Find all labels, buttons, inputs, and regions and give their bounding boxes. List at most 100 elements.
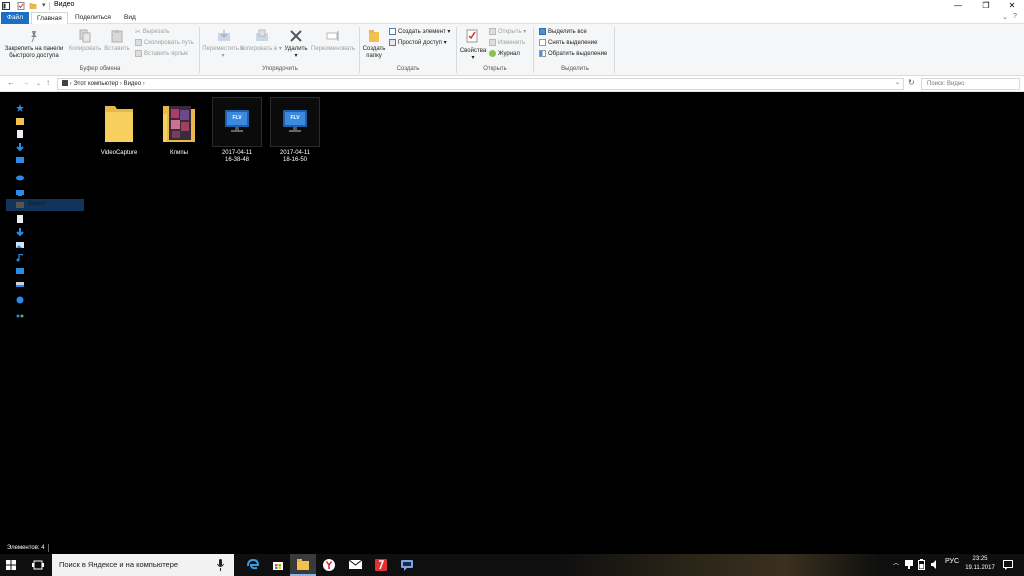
up-arrow-icon[interactable]: ↑ [46,78,50,87]
new-item-icon [389,28,396,35]
homegroup-icon[interactable] [16,312,24,320]
status-divider [48,544,49,552]
onedrive-icon[interactable] [16,173,24,181]
volume-icon[interactable] [931,560,939,569]
input-language[interactable]: РУС [945,558,959,565]
pictures-icon[interactable] [16,241,24,249]
breadcrumb-videos[interactable]: Видео [124,81,142,87]
tab-file[interactable]: Файл [1,12,29,24]
folder-item[interactable]: VideoCapture [93,98,145,160]
invert-selection-button[interactable]: Обратить выделение [539,50,607,59]
taskbar-mail[interactable] [342,554,368,576]
help-icon[interactable]: ? [1013,13,1017,20]
copy-icon [79,29,91,43]
history-button[interactable]: Журнал [489,50,520,59]
taskbar-app[interactable] [394,554,420,576]
forward-arrow-icon[interactable]: → [22,78,30,87]
rename-button[interactable]: Переименовать [306,46,360,53]
downloads-icon[interactable] [16,228,24,236]
qat-dropdown-icon[interactable]: ▾ [42,1,46,9]
move-to-button[interactable]: Переместить в ▾ [202,46,244,60]
address-field[interactable]: › Этот компьютер › Видео › [57,78,904,90]
taskbar-edge[interactable] [240,554,266,576]
paste-shortcut-button[interactable]: Вставить ярлык [135,50,188,59]
properties-icon [466,29,478,43]
document-icon[interactable] [16,130,24,138]
local-disk-icon[interactable] [16,280,24,288]
file-name-date: 2017-04-11 [221,150,253,156]
video-file-item[interactable]: FLV 2017-04-11 16-38-48 [211,98,263,168]
tab-share[interactable]: Поделиться [70,12,116,24]
ribbon-collapse-icon[interactable]: ⌄ [1002,13,1008,21]
video-file-item[interactable]: FLV 2017-04-11 18-16-50 [269,98,321,168]
nav-item-videos-selected[interactable]: Видео [6,199,84,211]
select-all-button[interactable]: Выделить все [539,28,587,37]
desktop-icon[interactable] [16,267,24,275]
taskbar-file-explorer[interactable] [290,554,316,576]
show-hidden-icons-icon[interactable]: ︿ [893,558,899,567]
history-label: Журнал [498,51,520,58]
new-item-button[interactable]: Создать элемент ▾ [389,28,450,37]
refresh-icon[interactable]: ↻ [908,78,915,87]
desktop-icon[interactable] [16,156,24,164]
folder-icon[interactable] [16,117,24,125]
close-button[interactable]: ✕ [998,0,1024,12]
action-center-icon[interactable] [1003,560,1013,570]
invert-selection-label: Обратить выделение [548,51,608,58]
window-title: Видео [54,1,75,8]
folder-item[interactable]: Клипы [153,98,205,160]
search-input[interactable]: Поиск: Видео [921,78,1020,90]
task-view-icon[interactable] [32,560,44,570]
properties-qat-icon[interactable] [17,2,25,10]
maximize-button[interactable]: ❐ [972,0,1000,12]
delete-icon [290,30,302,42]
select-none-label: Снять выделение [548,40,598,47]
paste-button[interactable]: Вставить [102,46,132,53]
address-dropdown-icon[interactable]: ⌄ [895,79,900,86]
start-windows-icon[interactable] [6,560,16,570]
explorer-app-icon[interactable] [2,2,10,10]
open-button[interactable]: Открыть ▾ [489,28,526,37]
copy-path-button[interactable]: Скопировать путь [135,39,194,48]
network-icon[interactable] [16,296,24,304]
ribbon-separator [614,27,615,73]
easy-access-button[interactable]: Простой доступ ▾ [389,39,447,48]
open-label: Открыть [498,29,522,36]
tab-home[interactable]: Главная [31,12,68,24]
copy-button[interactable]: Копировать [66,46,104,53]
ribbon-tabs: Файл Главная Поделиться Вид ⌄ ? [0,12,1024,24]
network-tray-icon[interactable] [905,560,913,569]
select-group-label: Выделить [561,66,589,72]
tab-view[interactable]: Вид [119,12,141,24]
clock[interactable]: 23:25 19.11.2017 [960,555,1000,573]
cut-button[interactable]: ✂ Вырезать [135,28,170,37]
battery-icon[interactable] [918,559,925,570]
taskbar-yandex[interactable] [368,554,394,576]
quick-access-star-icon[interactable] [16,104,24,112]
new-folder-button[interactable]: Создать папку [360,46,388,60]
computer-icon [62,80,68,87]
edit-label: Изменить [498,40,526,47]
documents-icon[interactable] [16,215,24,223]
pin-quick-access-button[interactable]: Закрепить на панели быстрого доступа [2,46,66,60]
clock-time: 23:25 [972,556,988,562]
music-icon[interactable] [16,254,24,262]
taskbar-store[interactable] [265,554,291,576]
breadcrumb-this-pc[interactable]: Этот компьютер [73,81,118,87]
taskbar-search-input[interactable]: Поиск в Яндексе и на компьютере [52,554,234,576]
minimize-button[interactable]: — [944,0,972,12]
microphone-icon[interactable] [217,559,224,571]
properties-button[interactable]: Свойства ▾ [458,48,488,62]
organize-group-label: Упорядочить [262,66,298,72]
downloads-icon[interactable] [16,143,24,151]
create-group-label: Создать [396,66,420,72]
select-none-button[interactable]: Снять выделение [539,39,597,48]
back-arrow-icon[interactable]: ← [7,78,15,87]
recent-locations-icon[interactable]: ⌄ [36,80,41,87]
taskbar-yandex-browser[interactable] [316,554,342,576]
this-pc-icon[interactable] [16,189,24,197]
new-folder-qat-icon[interactable] [29,2,37,10]
file-name: VideoCapture [100,150,138,156]
edit-button[interactable]: Изменить [489,39,525,48]
copy-to-button[interactable]: Копировать в ▾ [240,46,282,53]
